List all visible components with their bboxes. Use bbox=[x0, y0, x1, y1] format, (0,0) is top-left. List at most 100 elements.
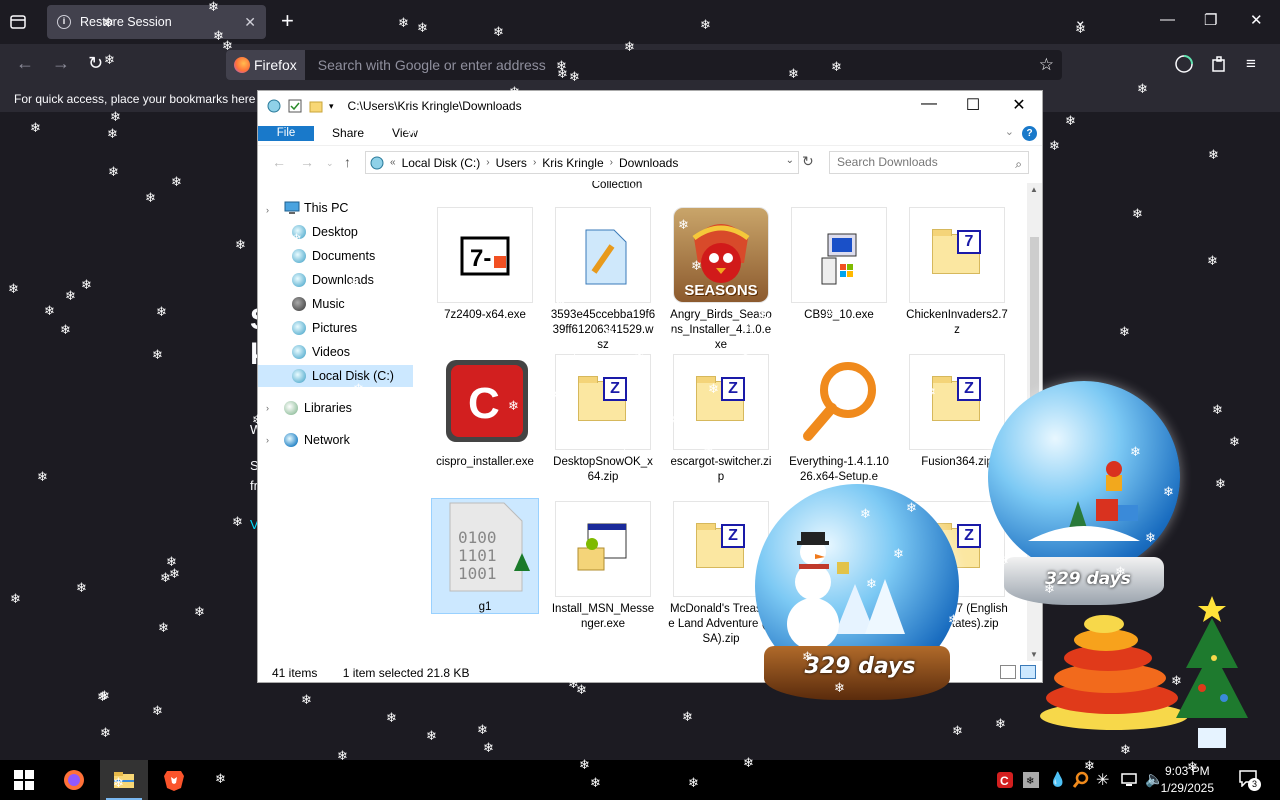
snowflake-icon: ❄ bbox=[757, 308, 768, 323]
start-windows-icon[interactable] bbox=[12, 768, 36, 792]
network-tray-icon[interactable] bbox=[1120, 771, 1138, 789]
url-placeholder: Search with Google or enter address bbox=[317, 57, 546, 73]
snowflake-icon: ❄ bbox=[612, 195, 623, 210]
file-item[interactable]: Z escargot-switcher.zip bbox=[668, 354, 774, 485]
tab-file[interactable]: File bbox=[258, 125, 314, 141]
breadcrumb-kris-kringle[interactable]: Kris Kringle bbox=[536, 156, 609, 170]
comodo-tray-icon[interactable]: C bbox=[996, 771, 1014, 789]
explorer-taskbar-button[interactable] bbox=[100, 760, 148, 800]
snowflake-icon: ❄ bbox=[108, 164, 119, 179]
address-bar[interactable]: « Local Disk (C:) › Users › Kris Kringle › … bbox=[365, 151, 799, 174]
file-item[interactable]: Install_MSN_Messenger.exe bbox=[550, 501, 656, 632]
properties-check-icon[interactable] bbox=[287, 98, 303, 114]
firefox-taskbar-icon[interactable] bbox=[62, 768, 86, 792]
snowflake-icon: ❄ bbox=[563, 181, 574, 196]
snowflake-icon: ❄ bbox=[359, 611, 370, 626]
expand-ribbon-icon[interactable]: ⌄ bbox=[1005, 125, 1014, 138]
snowflake-icon: ❄ bbox=[113, 775, 124, 790]
bookmark-star-icon[interactable]: ☆ bbox=[1039, 55, 1054, 75]
recent-locations-icon[interactable]: ⌄ bbox=[326, 158, 334, 169]
file-item[interactable]: 7 ChickenInvaders2.7z bbox=[904, 207, 1010, 338]
scroll-up-icon[interactable]: ▲ bbox=[1030, 185, 1038, 194]
close-window-button[interactable]: ✕ bbox=[1250, 11, 1263, 29]
search-downloads-input[interactable]: Search Downloads ⌕ bbox=[829, 151, 1029, 174]
snowflake-icon: ❄ bbox=[906, 500, 917, 515]
snowflake-icon: ❄ bbox=[788, 66, 799, 81]
snowflake-icon: ❄ bbox=[333, 184, 344, 199]
expand-network-icon[interactable]: › bbox=[266, 435, 269, 445]
window-path-title: C:\Users\Kris Kringle\Downloads bbox=[347, 99, 522, 113]
file-item-selected[interactable]: 0100 1101 1001 g1 bbox=[431, 498, 539, 614]
nav-this-pc[interactable]: This PC bbox=[284, 197, 348, 219]
expand-this-pc-icon[interactable]: › bbox=[266, 205, 269, 215]
nav-local-disk[interactable]: Local Disk (C:) bbox=[258, 365, 413, 387]
nav-music[interactable]: Music bbox=[292, 293, 345, 315]
snowflake-icon: ❄ bbox=[866, 576, 877, 591]
snowflake-icon: ❄ bbox=[569, 343, 580, 358]
url-bar[interactable]: Firefox Search with Google or enter addr… bbox=[226, 50, 1062, 80]
nav-documents[interactable]: Documents bbox=[292, 245, 375, 267]
file-item[interactable]: 7- 7z2409-x64.exe bbox=[432, 207, 538, 323]
tab-share[interactable]: Share bbox=[318, 121, 378, 146]
snowflake-icon: ❄ bbox=[30, 120, 41, 135]
forward-icon[interactable]: → bbox=[52, 53, 70, 74]
up-folder-icon[interactable]: ↑ bbox=[344, 154, 351, 170]
explorer-maximize-button[interactable]: ☐ bbox=[950, 95, 996, 115]
file-item[interactable]: Everything-1.4.1.1026.x64-Setup.e bbox=[786, 354, 892, 485]
extensions-puzzle-icon[interactable] bbox=[1210, 55, 1228, 73]
everything-tray-icon[interactable] bbox=[1072, 771, 1090, 789]
new-tab-button[interactable]: + bbox=[281, 8, 294, 34]
file-item[interactable]: CB99_10.exe bbox=[786, 207, 892, 323]
file-name: 7z2409-x64.exe bbox=[444, 309, 526, 321]
nav-libraries[interactable]: Libraries bbox=[284, 397, 352, 419]
christmas-tree-icon bbox=[1176, 596, 1248, 748]
snowflake-icon: ❄ bbox=[771, 300, 782, 315]
snowflake-icon: ❄ bbox=[1163, 484, 1174, 499]
file-item[interactable]: 3593e45ccebba19f639ff61206341529.wsz bbox=[550, 207, 656, 353]
identity-chip[interactable]: Firefox bbox=[226, 50, 305, 80]
menu-hamburger-icon[interactable]: ≡ bbox=[1246, 54, 1256, 74]
nav-downloads[interactable]: Downloads bbox=[292, 269, 374, 291]
close-tab-icon[interactable]: ✕ bbox=[244, 14, 256, 31]
restore-button[interactable]: ❐ bbox=[1204, 11, 1217, 29]
action-center-button[interactable]: 3 bbox=[1238, 769, 1261, 791]
svg-text:0100: 0100 bbox=[458, 528, 497, 547]
list-all-tabs-icon[interactable] bbox=[9, 13, 27, 31]
nav-label: Desktop bbox=[312, 225, 358, 239]
snowflake-icon: ❄ bbox=[110, 109, 121, 124]
address-dropdown-icon[interactable]: ⌄ bbox=[786, 155, 794, 166]
explorer-back-icon[interactable]: ← bbox=[272, 154, 286, 170]
snowflake-icon: ❄ bbox=[855, 131, 866, 146]
nav-pictures[interactable]: Pictures bbox=[292, 317, 357, 339]
refresh-icon[interactable]: ↻ bbox=[802, 153, 814, 170]
nav-network[interactable]: Network bbox=[284, 429, 350, 451]
videos-icon bbox=[292, 345, 306, 359]
extension-ring-icon[interactable] bbox=[1174, 54, 1194, 74]
minimize-button[interactable]: — bbox=[1160, 11, 1175, 28]
nav-videos[interactable]: Videos bbox=[292, 341, 350, 363]
file-item[interactable]: C cispro_installer.exe bbox=[432, 354, 538, 470]
file-name: Everything-1.4.1.1026.x64-Setup.e bbox=[789, 456, 889, 483]
new-folder-icon[interactable] bbox=[308, 98, 324, 114]
snowflake-icon: ❄ bbox=[569, 69, 580, 84]
breadcrumb-users[interactable]: Users bbox=[490, 156, 533, 170]
snowflake-icon: ❄ bbox=[208, 0, 219, 14]
quick-access-dropdown-icon[interactable]: ▾ bbox=[329, 101, 334, 112]
snowflake-tray-icon[interactable]: ✳ bbox=[1096, 770, 1109, 790]
snow-tray-icon[interactable]: ❄ bbox=[1022, 771, 1040, 789]
drop-tray-icon[interactable]: 💧 bbox=[1049, 771, 1066, 788]
back-icon[interactable]: ← bbox=[16, 53, 34, 74]
snowflake-icon: ❄ bbox=[8, 281, 19, 296]
file-item[interactable]: Z DesktopSnowOK_x64.zip bbox=[550, 354, 656, 485]
expand-libraries-icon[interactable]: › bbox=[266, 403, 269, 413]
tab-restore-session[interactable]: i Restore Session ✕ bbox=[47, 5, 266, 39]
snowflake-icon: ❄ bbox=[290, 491, 301, 506]
snowflake-icon: ❄ bbox=[483, 740, 494, 755]
brave-taskbar-icon[interactable] bbox=[162, 768, 186, 792]
explorer-forward-icon[interactable]: → bbox=[300, 154, 314, 170]
breadcrumb-downloads[interactable]: Downloads bbox=[613, 156, 684, 170]
details-view-icon[interactable] bbox=[1000, 665, 1016, 679]
reload-icon[interactable]: ↻ bbox=[88, 53, 103, 74]
help-icon[interactable]: ? bbox=[1022, 126, 1037, 141]
breadcrumb-local-disk[interactable]: Local Disk (C:) bbox=[396, 156, 487, 170]
